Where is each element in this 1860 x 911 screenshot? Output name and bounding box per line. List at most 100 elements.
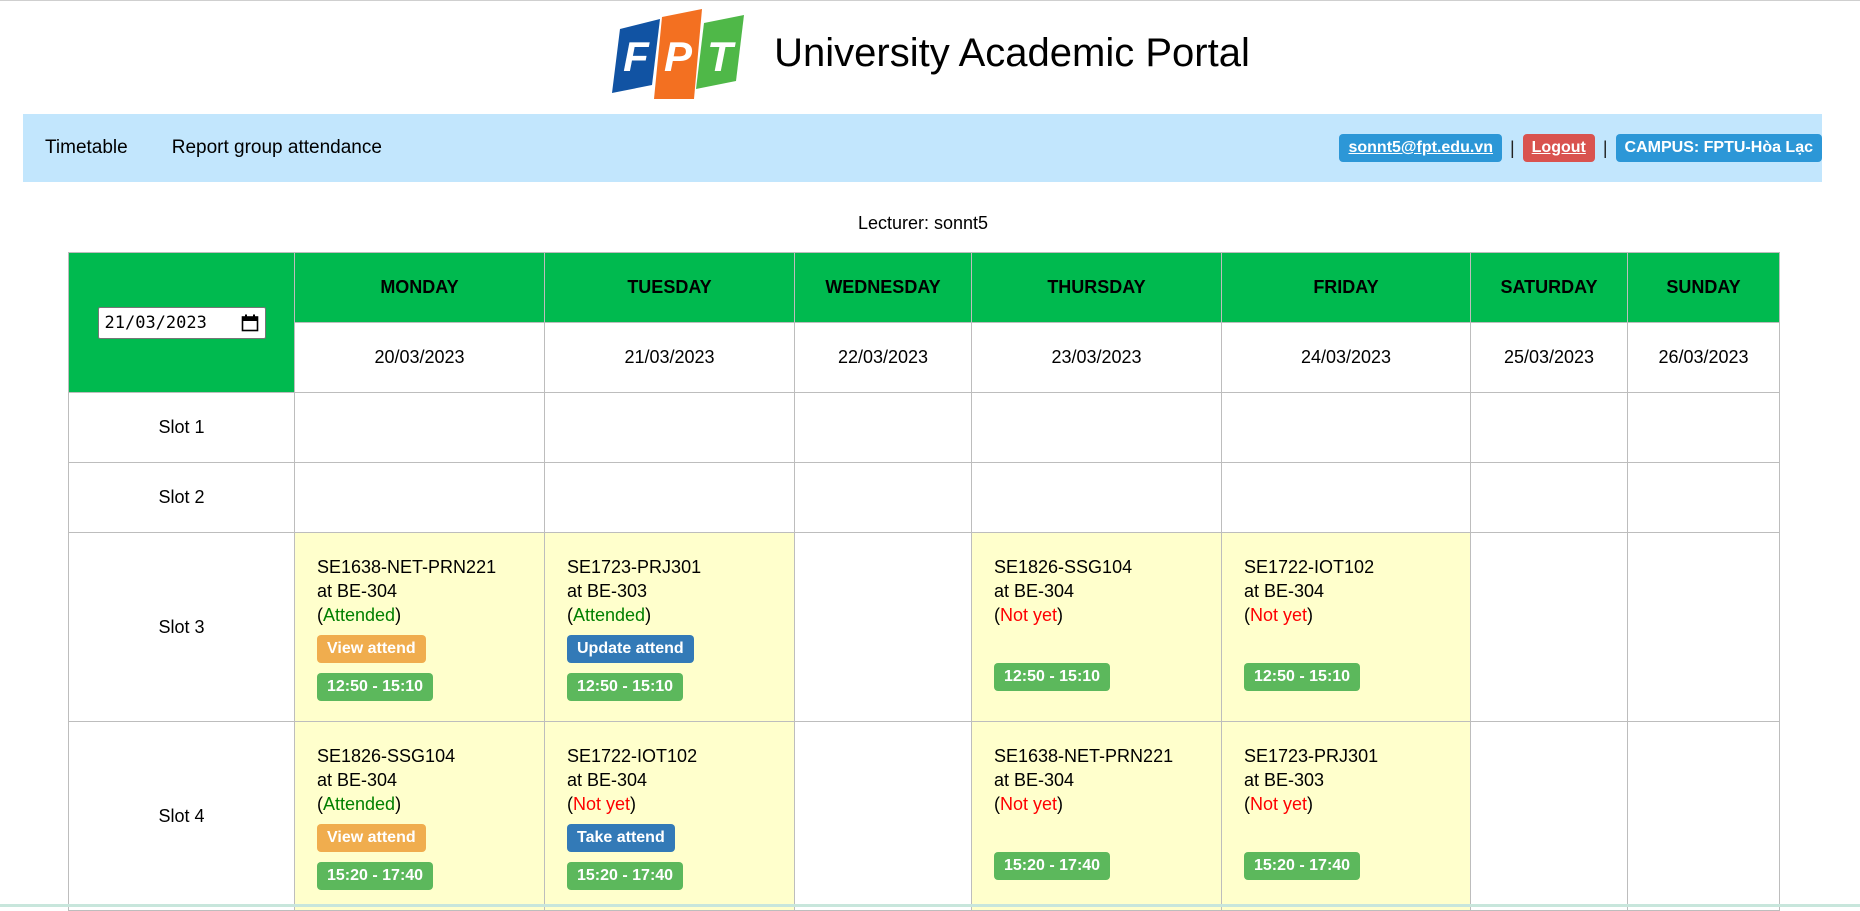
status-attended: Attended (323, 605, 396, 625)
slot-row: Slot 3 SE1638-NET-PRN221 at BE-304 (Atte… (68, 532, 1780, 722)
nav-separator: | (1602, 137, 1608, 158)
status-attended: Attended (573, 605, 646, 625)
attendance-status: (Not yet) (1244, 794, 1314, 814)
empty-cell (1627, 392, 1780, 463)
course-room: at BE-303 (1244, 770, 1325, 790)
take-attend-button[interactable]: Take attend (567, 824, 675, 852)
fpt-logo-icon: F P T (612, 8, 745, 99)
empty-cell (1627, 462, 1780, 533)
empty-cell (1627, 532, 1780, 722)
calendar-icon[interactable] (241, 314, 259, 332)
attendance-status: (Not yet) (994, 605, 1064, 625)
day-header-row: 21/03/2023 MONDAY TUESDAY WEDNESDAY THUR… (68, 252, 1780, 393)
nav-report-attendance-link[interactable]: Report group attendance (172, 137, 382, 159)
time-badge: 12:50 - 15:10 (567, 673, 684, 701)
day-header-friday: FRIDAY (1221, 252, 1471, 323)
slot-row: Slot 4 SE1826-SSG104 at BE-304 (Attended… (68, 721, 1780, 911)
course-code[interactable]: SE1638-NET-PRN221 (317, 555, 524, 579)
day-header-wednesday: WEDNESDAY (794, 252, 972, 323)
time-badge: 12:50 - 15:10 (317, 673, 434, 701)
nav-links: Timetable Report group attendance (45, 137, 382, 159)
slot-label: Slot 1 (68, 392, 295, 463)
course-room: at BE-304 (994, 770, 1075, 790)
date-sunday: 26/03/2023 (1627, 322, 1780, 393)
empty-cell (544, 392, 795, 463)
course-code[interactable]: SE1723-PRJ301 (567, 555, 774, 579)
user-email-link[interactable]: sonnt5@fpt.edu.vn (1339, 134, 1502, 162)
day-header-sunday: SUNDAY (1627, 252, 1780, 323)
date-picker-value: 21/03/2023 (104, 312, 207, 333)
status-not-yet: Not yet (1250, 794, 1308, 814)
nav-timetable-link[interactable]: Timetable (45, 137, 128, 159)
nav-user-area: sonnt5@fpt.edu.vn | Logout | CAMPUS: FPT… (1339, 134, 1822, 162)
top-navbar: Timetable Report group attendance sonnt5… (23, 114, 1822, 182)
timetable: 21/03/2023 MONDAY TUESDAY WEDNESDAY THUR… (68, 252, 1780, 911)
logout-button[interactable]: Logout (1522, 134, 1595, 162)
class-cell: SE1826-SSG104 at BE-304 (Attended) View … (294, 721, 545, 911)
class-cell: SE1826-SSG104 at BE-304 (Not yet) 12:50 … (971, 532, 1222, 722)
empty-cell (1627, 721, 1780, 911)
slot-row: Slot 2 (68, 462, 1780, 533)
empty-cell (544, 462, 795, 533)
logo-letter-f: F (623, 33, 650, 80)
empty-cell (1470, 721, 1628, 911)
empty-cell (294, 392, 545, 463)
lecturer-label: Lecturer: sonnt5 (857, 213, 989, 233)
time-badge: 12:50 - 15:10 (1244, 663, 1361, 691)
empty-cell (1470, 462, 1628, 533)
date-friday: 24/03/2023 (1221, 322, 1471, 393)
empty-cell (294, 462, 545, 533)
day-header-saturday: SATURDAY (1470, 252, 1628, 323)
date-monday: 20/03/2023 (294, 322, 545, 393)
fpt-logo[interactable]: F P T (610, 8, 760, 99)
time-badge: 15:20 - 17:40 (994, 852, 1111, 880)
status-attended: Attended (323, 794, 396, 814)
status-not-yet: Not yet (1000, 605, 1058, 625)
course-code[interactable]: SE1722-IOT102 (1244, 555, 1450, 579)
empty-cell (794, 721, 972, 911)
course-code[interactable]: SE1638-NET-PRN221 (994, 744, 1201, 768)
status-not-yet: Not yet (1250, 605, 1308, 625)
campus-badge[interactable]: CAMPUS: FPTU-Hòa Lạc (1615, 134, 1822, 162)
course-code[interactable]: SE1826-SSG104 (317, 744, 524, 768)
course-room: at BE-304 (1244, 581, 1325, 601)
logo-letter-t: T (707, 33, 736, 80)
empty-cell (971, 462, 1222, 533)
empty-cell (971, 392, 1222, 463)
slot-label: Slot 2 (68, 462, 295, 533)
course-code[interactable]: SE1723-PRJ301 (1244, 744, 1450, 768)
page-title: University Academic Portal (774, 31, 1250, 75)
view-attend-button[interactable]: View attend (317, 635, 426, 663)
date-wednesday: 22/03/2023 (794, 322, 972, 393)
day-header-monday: MONDAY (294, 252, 545, 323)
class-cell: SE1722-IOT102 at BE-304 (Not yet) 12:50 … (1221, 532, 1471, 722)
empty-cell (1470, 392, 1628, 463)
course-room: at BE-303 (567, 581, 648, 601)
attendance-status: (Attended) (317, 794, 402, 814)
empty-cell (794, 392, 972, 463)
course-code[interactable]: SE1826-SSG104 (994, 555, 1201, 579)
class-cell: SE1638-NET-PRN221 at BE-304 (Not yet) 15… (971, 721, 1222, 911)
status-not-yet: Not yet (573, 794, 631, 814)
time-badge: 15:20 - 17:40 (317, 862, 434, 890)
slot-row: Slot 1 (68, 392, 1780, 463)
date-thursday: 23/03/2023 (971, 322, 1222, 393)
week-date-picker[interactable]: 21/03/2023 (97, 306, 266, 339)
empty-cell (1221, 462, 1471, 533)
date-tuesday: 21/03/2023 (544, 322, 795, 393)
day-header-tuesday: TUESDAY (544, 252, 795, 323)
view-attend-button[interactable]: View attend (317, 824, 426, 852)
class-cell: SE1722-IOT102 at BE-304 (Not yet) Take a… (544, 721, 795, 911)
course-room: at BE-304 (317, 770, 398, 790)
time-badge: 15:20 - 17:40 (1244, 852, 1361, 880)
nav-separator: | (1509, 137, 1515, 158)
empty-cell (794, 462, 972, 533)
site-header: F P T University Academic Portal (0, 1, 1860, 114)
update-attend-button[interactable]: Update attend (567, 635, 694, 663)
empty-cell (794, 532, 972, 722)
course-code[interactable]: SE1722-IOT102 (567, 744, 774, 768)
day-header-thursday: THURSDAY (971, 252, 1222, 323)
date-saturday: 25/03/2023 (1470, 322, 1628, 393)
slot-label: Slot 4 (68, 721, 295, 911)
attendance-status: (Not yet) (994, 794, 1064, 814)
